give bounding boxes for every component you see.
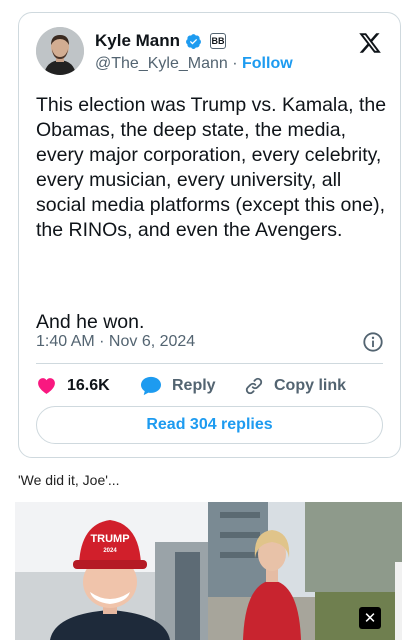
info-icon[interactable] [362, 331, 384, 353]
like-count: 16.6K [67, 376, 110, 394]
handle[interactable]: @The_Kyle_Mann [95, 55, 228, 72]
reply-label: Reply [172, 376, 216, 394]
post-caption: 'We did it, Joe'... [18, 472, 120, 488]
tweet-card: Kyle Mann BB @The_Kyle_Mann · Follow Thi… [18, 12, 401, 458]
heart-icon [38, 378, 55, 394]
handle-separator: · [232, 55, 238, 72]
copy-link-button[interactable]: Copy link [244, 376, 346, 396]
copy-link-label: Copy link [274, 376, 347, 394]
verified-badge-icon [186, 33, 201, 49]
close-icon[interactable]: ✕ [359, 607, 381, 629]
read-replies-button[interactable]: Read 304 replies [36, 406, 383, 444]
like-button[interactable]: 16.6K [36, 375, 138, 396]
timestamp[interactable]: 1:40 AM · Nov 6, 2024 [36, 333, 195, 351]
x-logo-icon[interactable] [358, 31, 382, 55]
action-bar: 16.6K Reply Copy link [36, 375, 386, 396]
divider [36, 363, 383, 364]
display-name[interactable]: Kyle Mann [95, 31, 180, 51]
affiliate-badge: BB [210, 33, 227, 49]
post-photo[interactable]: TRUMP 2024 ✕ [15, 502, 402, 640]
avatar-image [36, 27, 84, 75]
tweet-closing-text: And he won. [36, 311, 145, 333]
handle-row: @The_Kyle_Mann · Follow [95, 55, 293, 73]
link-icon [245, 377, 263, 394]
tweet-text: This election was Trump vs. Kamala, the … [36, 94, 387, 241]
hat-text-line1: TRUMP [90, 533, 129, 545]
avatar[interactable] [36, 27, 84, 75]
name-row: Kyle Mann BB [95, 31, 227, 51]
reply-button[interactable]: Reply [140, 376, 240, 396]
reply-bubble-icon [141, 376, 161, 395]
photo-image: TRUMP 2024 [15, 502, 402, 640]
hat-text-line2: 2024 [103, 548, 117, 554]
follow-button[interactable]: Follow [242, 55, 293, 72]
